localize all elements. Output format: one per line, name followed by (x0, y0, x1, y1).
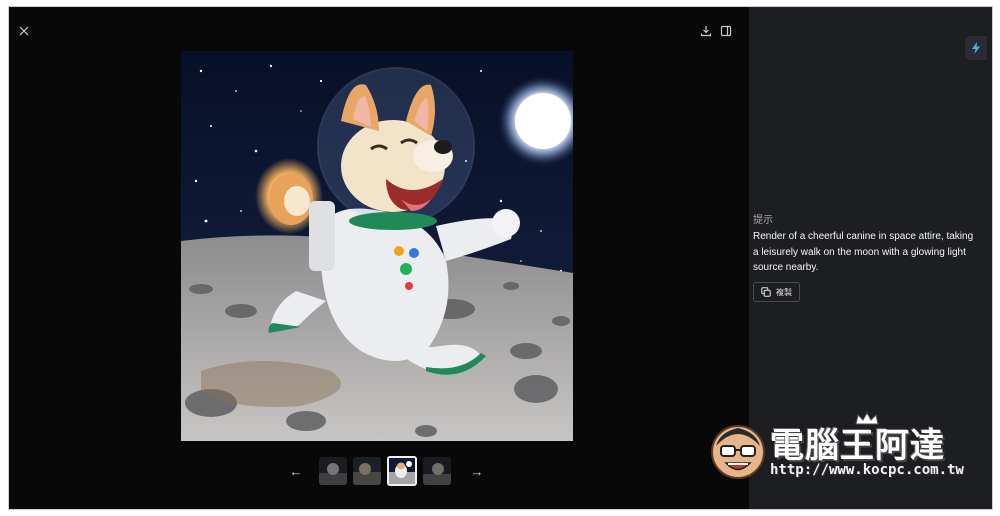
close-icon (19, 26, 29, 36)
next-image-button[interactable]: → (466, 460, 488, 482)
thumbnail-1[interactable] (319, 457, 347, 485)
site-watermark: 電腦王阿達 http://www.kocpc.com.tw (708, 412, 970, 488)
prompt-text: Render of a cheerful canine in space att… (753, 231, 974, 273)
thumbnail-strip: ← → (285, 454, 488, 488)
image-viewer-stage: ← → (9, 7, 749, 509)
previous-image-button[interactable]: ← (285, 460, 307, 482)
download-button[interactable] (697, 22, 715, 40)
lightning-icon (972, 42, 980, 54)
thumbnail-2[interactable] (353, 457, 381, 485)
download-icon (700, 26, 712, 37)
quick-action-button[interactable] (965, 36, 987, 60)
copy-label: 複製 (776, 287, 792, 297)
close-button[interactable] (15, 22, 33, 40)
toggle-sidebar-button[interactable] (717, 22, 735, 40)
sidebar-toggle-icon (720, 25, 732, 37)
arrow-right-icon: → (470, 463, 484, 479)
copy-button[interactable]: 複製 (753, 282, 800, 302)
watermark-title: 電腦王阿達 (770, 426, 945, 466)
watermark-url: http://www.kocpc.com.tw (770, 462, 964, 478)
mascot-logo (711, 425, 765, 479)
prompt-heading: 提示 (753, 215, 773, 226)
copy-icon (761, 287, 771, 297)
thumbnail-4[interactable] (423, 457, 451, 485)
thumbnail-3-active[interactable] (387, 456, 417, 486)
arrow-left-icon: ← (289, 463, 303, 479)
generated-image (181, 51, 573, 441)
